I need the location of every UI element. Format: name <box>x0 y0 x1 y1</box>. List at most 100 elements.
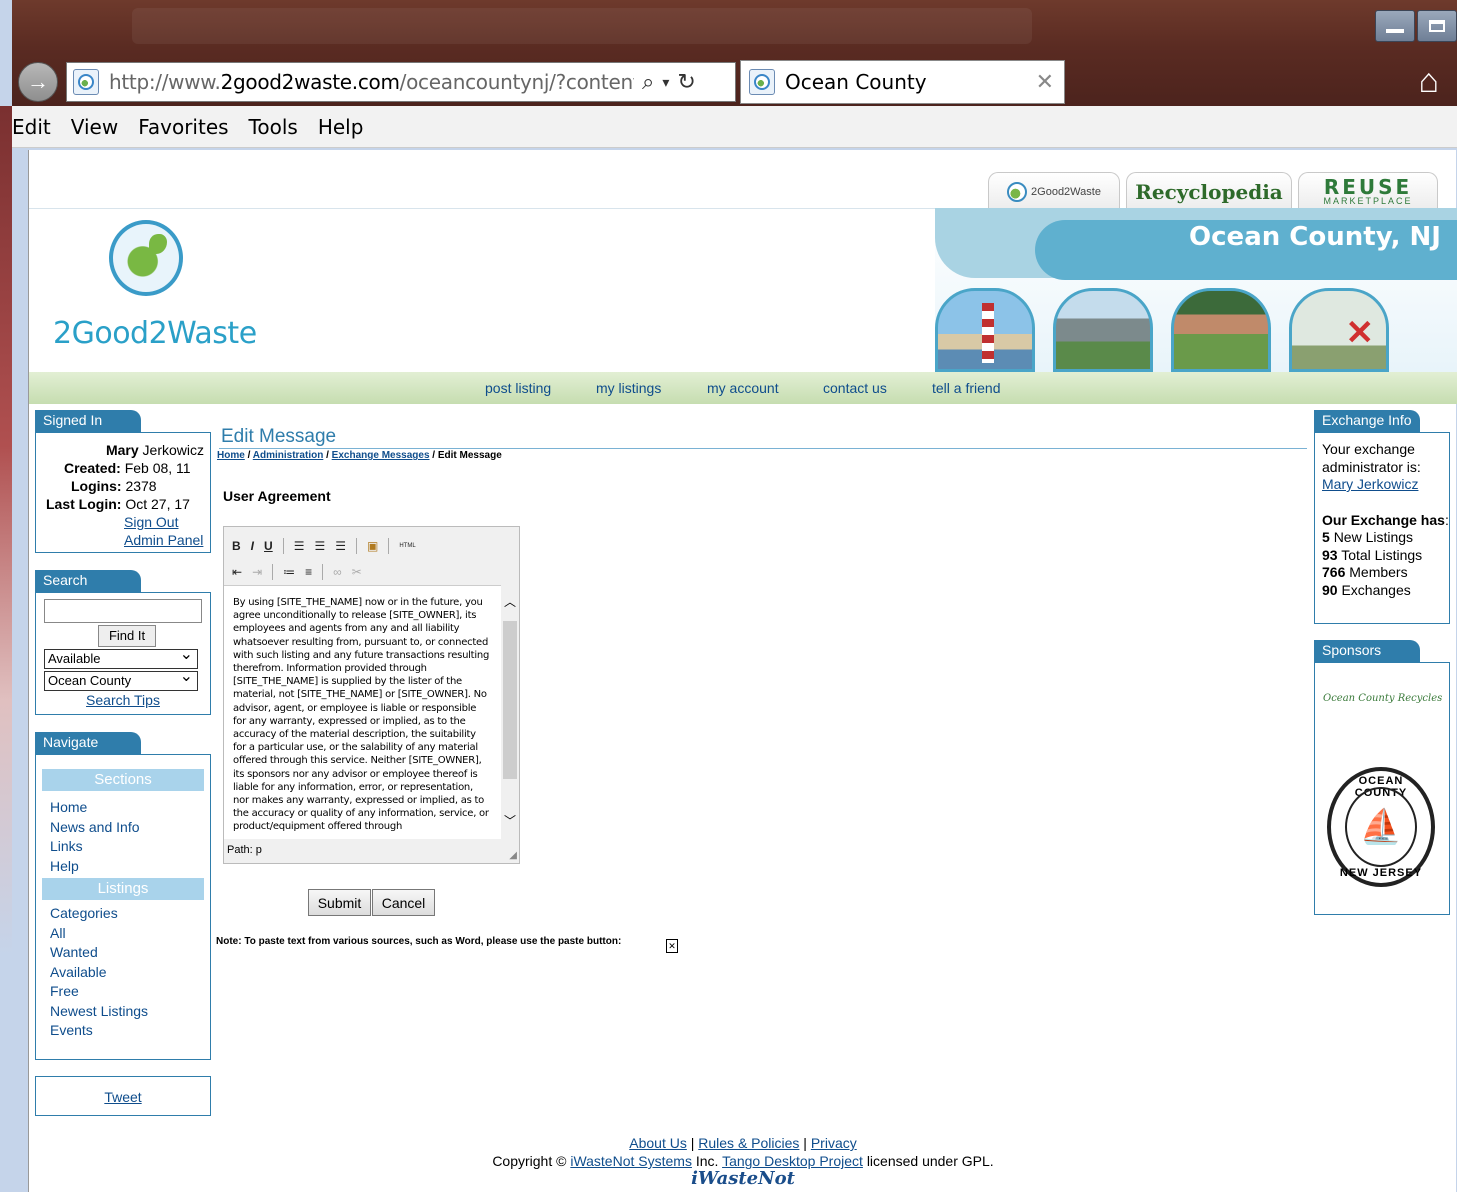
menu-bar: Edit View Favorites Tools Help <box>0 106 1457 148</box>
web-page: 2Good2Waste Recyclopedia REUSE MARKETPLA… <box>28 150 1457 1192</box>
home-icon[interactable]: ⌂ <box>1418 62 1439 101</box>
iwastenot-systems-link[interactable]: iWasteNot Systems <box>570 1153 692 1169</box>
menu-view[interactable]: View <box>71 115 118 139</box>
footer: About Us | Rules & Policies | Privacy Co… <box>29 1134 1457 1188</box>
breadcrumb-home[interactable]: Home <box>217 450 245 461</box>
page-title: Edit Message <box>221 426 337 447</box>
nav-all[interactable]: All <box>42 924 204 944</box>
area-select[interactable]: Ocean County <box>44 668 198 691</box>
html-button[interactable]: HTML <box>399 543 415 549</box>
editor-text-area[interactable]: By using [SITE_THE_NAME] now or in the f… <box>224 585 519 839</box>
exchange-admin-text: Your exchange administrator is: <box>1322 441 1421 475</box>
stat-label: Total Listings <box>1341 546 1423 563</box>
privacy-link[interactable]: Privacy <box>811 1135 857 1151</box>
nav-post-listing[interactable]: post listing <box>485 380 551 396</box>
scroll-up-icon[interactable]: ︿ <box>504 593 516 610</box>
address-bar[interactable]: http://www.2good2waste.com/oceancountynj… <box>66 62 736 102</box>
close-tab-icon[interactable]: ✕ <box>1036 69 1054 95</box>
search-input[interactable] <box>44 599 202 623</box>
editor-scrollbar[interactable]: ︿ ﹀ <box>501 585 519 839</box>
resize-grip-icon[interactable]: ◢ <box>509 850 517 861</box>
unlink-icon[interactable]: ✂ <box>352 565 362 579</box>
link-icon[interactable]: ∞ <box>333 565 342 579</box>
breadcrumb-exchange-messages[interactable]: Exchange Messages <box>332 450 430 461</box>
maximize-button[interactable] <box>1417 10 1457 42</box>
tab-reuse-marketplace[interactable]: REUSE MARKETPLACE <box>1298 172 1438 210</box>
minimize-button[interactable] <box>1375 10 1415 42</box>
align-center-icon[interactable]: ☰ <box>314 539 325 553</box>
window-controls <box>1375 10 1457 44</box>
nav-wanted[interactable]: Wanted <box>42 943 204 963</box>
nav-news-and-info[interactable]: News and Info <box>42 818 204 838</box>
nav-my-account[interactable]: my account <box>707 380 779 396</box>
scroll-thumb[interactable] <box>503 621 517 779</box>
url-prefix: http://www. <box>109 70 221 94</box>
nav-contact-us[interactable]: contact us <box>823 380 887 396</box>
nav-home[interactable]: Home <box>42 798 204 818</box>
site-logo-text[interactable]: 2Good2Waste <box>53 316 257 351</box>
admin-panel-link[interactable]: Admin Panel <box>124 532 203 548</box>
align-left-icon[interactable]: ☰ <box>294 539 305 553</box>
nav-tell-a-friend[interactable]: tell a friend <box>932 380 1000 396</box>
outdent-icon[interactable]: ⇤ <box>232 565 242 579</box>
submit-button[interactable]: Submit <box>308 889 371 916</box>
italic-button[interactable]: I <box>251 539 254 553</box>
ocean-county-recycles-logo[interactable]: Ocean County Recycles <box>1323 693 1442 704</box>
exchange-admin-link[interactable]: Mary Jerkowicz <box>1322 476 1418 492</box>
numbered-list-icon[interactable]: ≡ <box>305 565 312 579</box>
created-label: Created: <box>64 460 121 476</box>
cancel-button[interactable]: Cancel <box>372 889 435 916</box>
nav-available[interactable]: Available <box>42 963 204 983</box>
url-text[interactable]: http://www.2good2waste.com/oceancountynj… <box>109 70 634 94</box>
nav-categories[interactable]: Categories <box>42 904 204 924</box>
paste-icon[interactable]: ▣ <box>367 539 378 553</box>
rules-policies-link[interactable]: Rules & Policies <box>698 1135 799 1151</box>
browser-tab[interactable]: Ocean County ✕ <box>740 60 1065 104</box>
search-tips-link[interactable]: Search Tips <box>36 692 210 708</box>
search-icon[interactable]: ⌕ <box>642 69 654 95</box>
dropdown-icon[interactable]: ▾ <box>662 74 669 91</box>
back-button[interactable]: → <box>18 62 58 102</box>
nav-my-listings[interactable]: my listings <box>596 380 661 396</box>
listing-type-select[interactable]: Available <box>44 646 198 669</box>
ocean-county-seal[interactable]: OCEAN COUNTY ⛵ NEW JERSEY <box>1327 767 1435 887</box>
sign-out-link[interactable]: Sign Out <box>124 514 178 530</box>
about-us-link[interactable]: About Us <box>629 1135 687 1151</box>
underline-button[interactable]: U <box>264 539 273 553</box>
find-it-button[interactable]: Find It <box>98 625 156 647</box>
align-right-icon[interactable]: ☰ <box>335 539 346 553</box>
scroll-down-icon[interactable]: ﹀ <box>504 812 516 829</box>
menu-help[interactable]: Help <box>318 115 364 139</box>
nav-events[interactable]: Events <box>42 1021 204 1041</box>
navigate-panel: Sections Home News and Info Links Help L… <box>35 754 211 1060</box>
created-row: Created: Feb 08, 11 <box>40 459 204 477</box>
bullet-list-icon[interactable]: ≔ <box>283 565 295 579</box>
admin-panel-row: Admin Panel <box>40 531 204 549</box>
tab-recyclopedia[interactable]: Recyclopedia <box>1126 172 1292 210</box>
tab-title: Ocean County <box>785 70 927 94</box>
logo-globe-icon[interactable] <box>109 220 183 296</box>
tango-desktop-link[interactable]: Tango Desktop Project <box>722 1153 863 1169</box>
desktop-background-strip <box>0 106 12 956</box>
signed-in-panel: Mary Jerkowicz Created: Feb 08, 11 Login… <box>35 432 211 553</box>
tab-2good2waste[interactable]: 2Good2Waste <box>988 172 1120 210</box>
bold-button[interactable]: B <box>232 539 241 553</box>
last-login-label: Last Login: <box>46 496 122 512</box>
indent-icon[interactable]: ⇥ <box>252 565 262 579</box>
paste-button-icon[interactable]: ✕ <box>666 939 678 953</box>
nav-free[interactable]: Free <box>42 982 204 1002</box>
editor-status-bar: Path: p ◢ <box>224 839 519 863</box>
breadcrumb-administration[interactable]: Administration <box>253 450 324 461</box>
refresh-icon[interactable]: ↻ <box>677 69 695 95</box>
iwastenot-logo[interactable]: iWasteNot <box>29 1170 1457 1188</box>
menu-favorites[interactable]: Favorites <box>138 115 228 139</box>
menu-edit[interactable]: Edit <box>12 115 51 139</box>
tweet-link[interactable]: Tweet <box>104 1089 141 1105</box>
nav-help[interactable]: Help <box>42 857 204 877</box>
main-nav: post listing my listings my account cont… <box>29 372 1457 404</box>
menu-tools[interactable]: Tools <box>249 115 298 139</box>
toolbar-separator <box>322 564 324 580</box>
nav-links[interactable]: Links <box>42 837 204 857</box>
user-first-name: Mary <box>105 442 139 458</box>
nav-newest-listings[interactable]: Newest Listings <box>42 1002 204 1022</box>
